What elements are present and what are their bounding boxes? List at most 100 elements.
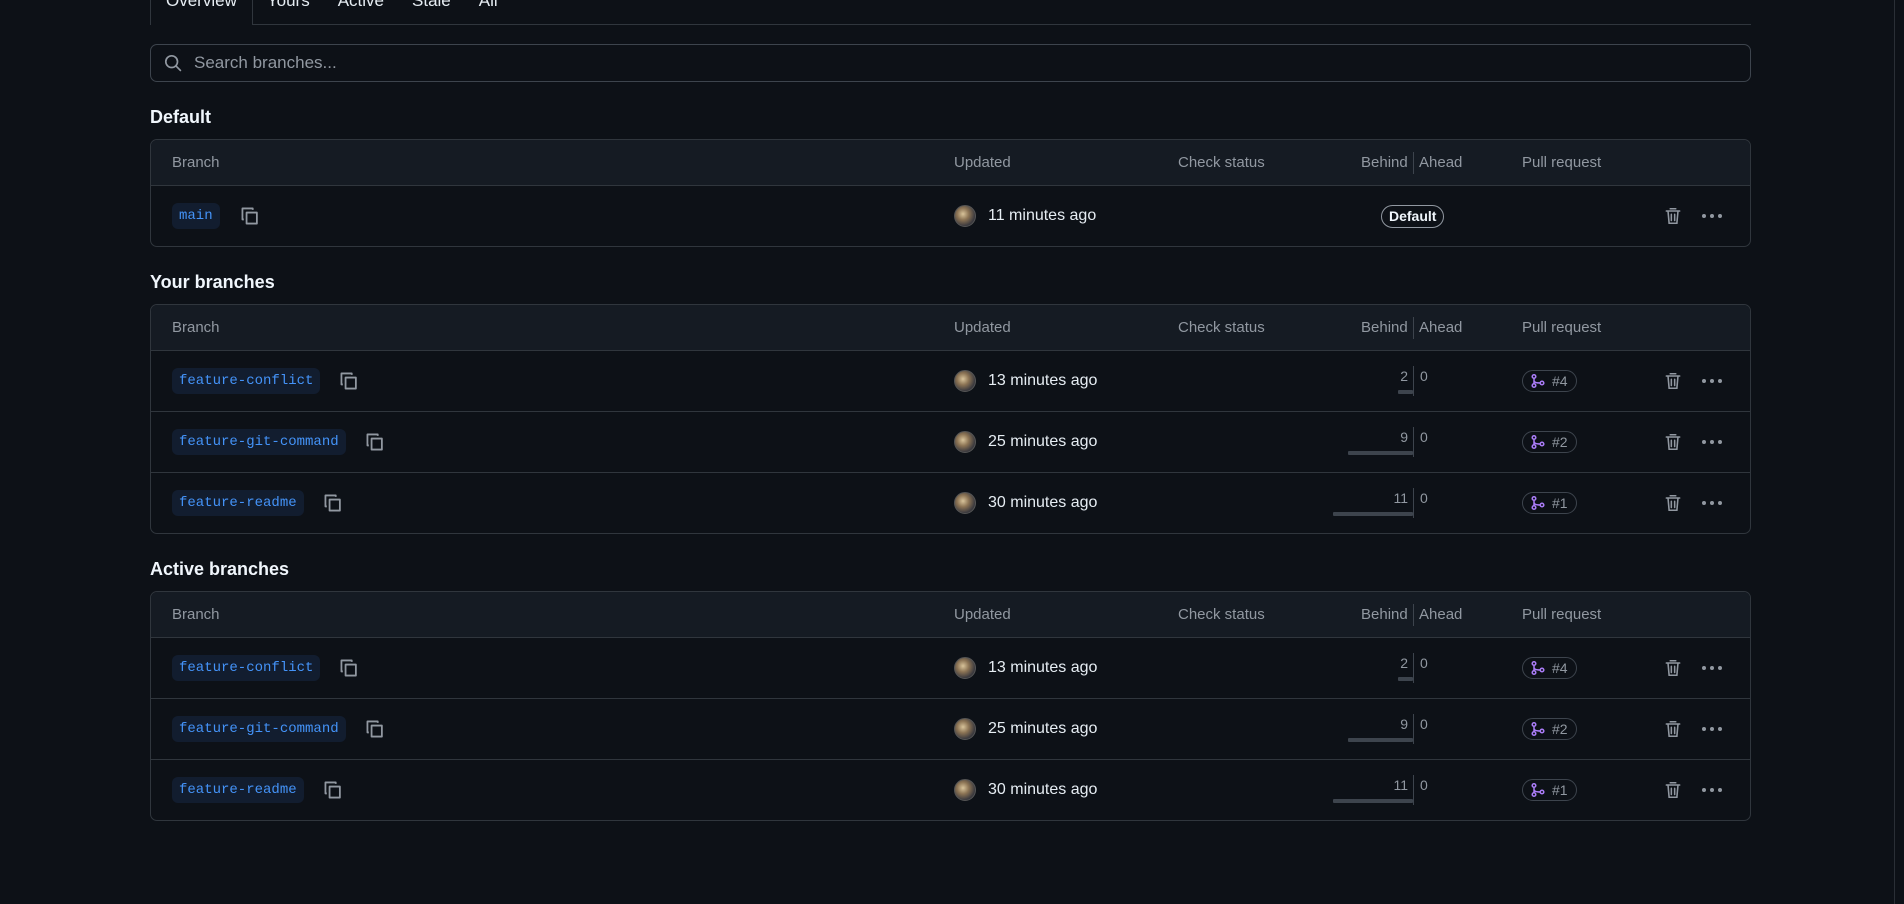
- tab-all[interactable]: All: [465, 0, 512, 24]
- col-updated: Updated: [954, 606, 1011, 623]
- behind-ahead-divider: [1413, 317, 1414, 339]
- avatar[interactable]: [954, 370, 976, 392]
- table-row: feature-conflict 13 minutes ago 2 0 #4: [151, 638, 1750, 699]
- branch-name-link[interactable]: feature-readme: [172, 490, 304, 516]
- pull-request-link[interactable]: #1: [1522, 779, 1577, 801]
- your-branches-table: Branch Updated Check status Behind Ahead…: [150, 304, 1751, 534]
- copy-icon[interactable]: [364, 431, 386, 453]
- delete-branch-icon[interactable]: [1664, 780, 1682, 800]
- col-ahead: Ahead: [1419, 319, 1463, 336]
- pull-request-link[interactable]: #1: [1522, 492, 1577, 514]
- delete-branch-icon[interactable]: [1664, 371, 1682, 391]
- pull-request-icon: [1531, 495, 1545, 511]
- copy-icon[interactable]: [322, 779, 344, 801]
- delete-branch-icon[interactable]: [1664, 493, 1682, 513]
- col-ahead: Ahead: [1419, 154, 1463, 171]
- behind-count: 9: [1400, 716, 1408, 732]
- more-options-icon[interactable]: [1700, 495, 1724, 511]
- delete-branch-icon[interactable]: [1664, 658, 1682, 678]
- branch-name-link[interactable]: feature-readme: [172, 777, 304, 803]
- col-behind: Behind: [1361, 606, 1408, 623]
- tab-yours[interactable]: Yours: [253, 0, 324, 24]
- table-row: feature-git-command 25 minutes ago 9 0 #…: [151, 412, 1750, 473]
- avatar[interactable]: [954, 492, 976, 514]
- copy-icon[interactable]: [338, 370, 360, 392]
- table-row: feature-readme 30 minutes ago 11 0 #1: [151, 473, 1750, 533]
- more-options-icon[interactable]: [1700, 660, 1724, 676]
- pull-request-link[interactable]: #4: [1522, 370, 1577, 392]
- updated-time: 25 minutes ago: [988, 433, 1098, 450]
- ahead-count: 0: [1420, 777, 1428, 793]
- delete-branch-icon[interactable]: [1664, 432, 1682, 452]
- table-row: main 11 minutes ago Default: [151, 186, 1750, 246]
- pull-request-link[interactable]: #2: [1522, 718, 1577, 740]
- behind-ahead-divider: [1413, 366, 1414, 396]
- search-input[interactable]: [192, 52, 1750, 74]
- default-badge: Default: [1381, 204, 1445, 228]
- behind-bar: [1333, 512, 1413, 516]
- pull-request-icon: [1531, 373, 1545, 389]
- tab-label: Overview: [166, 0, 237, 10]
- default-branch-table: Branch Updated Check status Behind Ahead…: [150, 139, 1751, 247]
- tab-active[interactable]: Active: [324, 0, 398, 24]
- col-pull-request: Pull request: [1522, 154, 1602, 171]
- more-options-icon[interactable]: [1700, 208, 1724, 224]
- tab-stale[interactable]: Stale: [398, 0, 465, 24]
- behind-bar: [1348, 451, 1413, 455]
- avatar[interactable]: [954, 718, 976, 740]
- more-options-icon[interactable]: [1700, 721, 1724, 737]
- branch-name-link[interactable]: feature-git-command: [172, 429, 346, 455]
- avatar[interactable]: [954, 205, 976, 227]
- branch-name-link[interactable]: feature-conflict: [172, 368, 321, 394]
- col-check-status: Check status: [1178, 154, 1265, 171]
- avatar[interactable]: [954, 431, 976, 453]
- more-options-icon[interactable]: [1700, 434, 1724, 450]
- ahead-count: 0: [1420, 716, 1428, 732]
- ahead-count: 0: [1420, 429, 1428, 445]
- ahead-count: 0: [1420, 490, 1428, 506]
- pull-request-link[interactable]: #2: [1522, 431, 1577, 453]
- behind-count: 9: [1400, 429, 1408, 445]
- tab-label: Stale: [412, 0, 451, 10]
- updated-time: 13 minutes ago: [988, 372, 1098, 389]
- pull-request-icon: [1531, 721, 1545, 737]
- branch-name-link[interactable]: main: [172, 203, 220, 229]
- delete-branch-icon[interactable]: [1664, 719, 1682, 739]
- avatar[interactable]: [954, 657, 976, 679]
- col-behind: Behind: [1361, 154, 1408, 171]
- table-row: feature-readme 30 minutes ago 11 0 #1: [151, 760, 1750, 820]
- behind-ahead-divider: [1413, 152, 1414, 174]
- copy-icon[interactable]: [322, 492, 344, 514]
- behind-bar: [1398, 390, 1413, 394]
- pull-request-number: #4: [1552, 660, 1568, 676]
- delete-branch-icon[interactable]: [1664, 206, 1682, 226]
- more-options-icon[interactable]: [1700, 373, 1724, 389]
- pull-request-icon: [1531, 782, 1545, 798]
- updated-time: 30 minutes ago: [988, 781, 1098, 798]
- col-pull-request: Pull request: [1522, 319, 1602, 336]
- active-branches-table: Branch Updated Check status Behind Ahead…: [150, 591, 1751, 821]
- branch-name-link[interactable]: feature-conflict: [172, 655, 321, 681]
- more-options-icon[interactable]: [1700, 782, 1724, 798]
- col-check-status: Check status: [1178, 319, 1265, 336]
- col-behind: Behind: [1361, 319, 1408, 336]
- pull-request-icon: [1531, 660, 1545, 676]
- copy-icon[interactable]: [239, 205, 261, 227]
- tab-overview[interactable]: Overview: [150, 0, 253, 25]
- updated-time: 11 minutes ago: [988, 207, 1097, 224]
- copy-icon[interactable]: [364, 718, 386, 740]
- branch-name-link[interactable]: feature-git-command: [172, 716, 346, 742]
- pull-request-link[interactable]: #4: [1522, 657, 1577, 679]
- copy-icon[interactable]: [338, 657, 360, 679]
- behind-ahead-divider: [1413, 488, 1414, 518]
- branches-page: Overview Yours Active Stale All Default …: [150, 0, 1751, 821]
- search-box: [150, 44, 1751, 82]
- page-scrollbar[interactable]: [1894, 0, 1904, 904]
- table-header: Branch Updated Check status Behind Ahead…: [151, 592, 1750, 638]
- pull-request-number: #1: [1552, 495, 1568, 511]
- col-check-status: Check status: [1178, 606, 1265, 623]
- behind-count: 11: [1393, 777, 1408, 793]
- avatar[interactable]: [954, 779, 976, 801]
- behind-ahead-divider: [1413, 714, 1414, 744]
- section-title-default: Default: [150, 107, 212, 127]
